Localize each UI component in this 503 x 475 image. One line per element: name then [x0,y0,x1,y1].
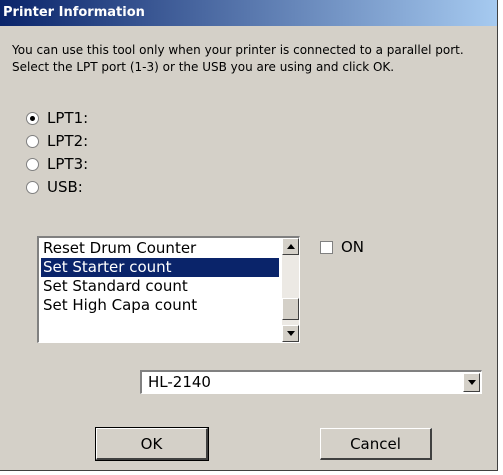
port-option-lpt3[interactable]: LPT3: [26,154,88,174]
scroll-down-button[interactable] [282,325,299,342]
scroll-up-button[interactable] [282,238,299,255]
counter-listbox[interactable]: Reset Drum Counter Set Starter count Set… [37,236,300,343]
listbox-scrollbar[interactable] [282,238,299,342]
ok-button[interactable]: OK [95,427,209,461]
list-item-set-starter-count[interactable]: Set Starter count [41,258,279,277]
radio-button-icon[interactable] [26,111,39,125]
arrow-down-icon [287,331,295,336]
list-item-set-high-capa-count[interactable]: Set High Capa count [41,296,279,315]
port-option-lpt2[interactable]: LPT2: [26,131,88,151]
arrow-up-icon [287,244,295,249]
chevron-down-icon [468,380,476,385]
on-checkbox-label: ON [341,238,365,256]
radio-button-icon[interactable] [26,180,39,194]
title-bar[interactable]: Printer Information [0,0,497,26]
printer-model-value: HL-2140 [148,373,211,391]
printer-model-select[interactable]: HL-2140 [140,370,482,394]
port-option-usb[interactable]: USB: [26,177,83,197]
port-label: USB: [47,178,83,196]
window-title: Printer Information [3,5,145,20]
on-checkbox[interactable]: ON [320,238,364,256]
checkbox-icon[interactable] [320,240,333,254]
instructions-line-2: Select the LPT port (1-3) or the USB you… [12,60,395,74]
instructions: You can use this tool only when your pri… [12,42,464,76]
scrollbar-thumb[interactable] [282,298,299,320]
radio-button-icon[interactable] [26,134,39,148]
port-label: LPT1: [47,109,89,127]
list-item-set-standard-count[interactable]: Set Standard count [41,277,279,296]
dropdown-button[interactable] [463,373,480,392]
port-label: LPT3: [47,155,89,173]
printer-information-dialog: Printer Information You can use this too… [0,0,498,471]
port-label: LPT2: [47,132,89,150]
port-option-lpt1[interactable]: LPT1: [26,108,88,128]
list-item-reset-drum-counter[interactable]: Reset Drum Counter [41,239,279,258]
radio-button-icon[interactable] [26,157,39,171]
cancel-button[interactable]: Cancel [320,428,432,460]
instructions-line-1: You can use this tool only when your pri… [12,43,464,57]
